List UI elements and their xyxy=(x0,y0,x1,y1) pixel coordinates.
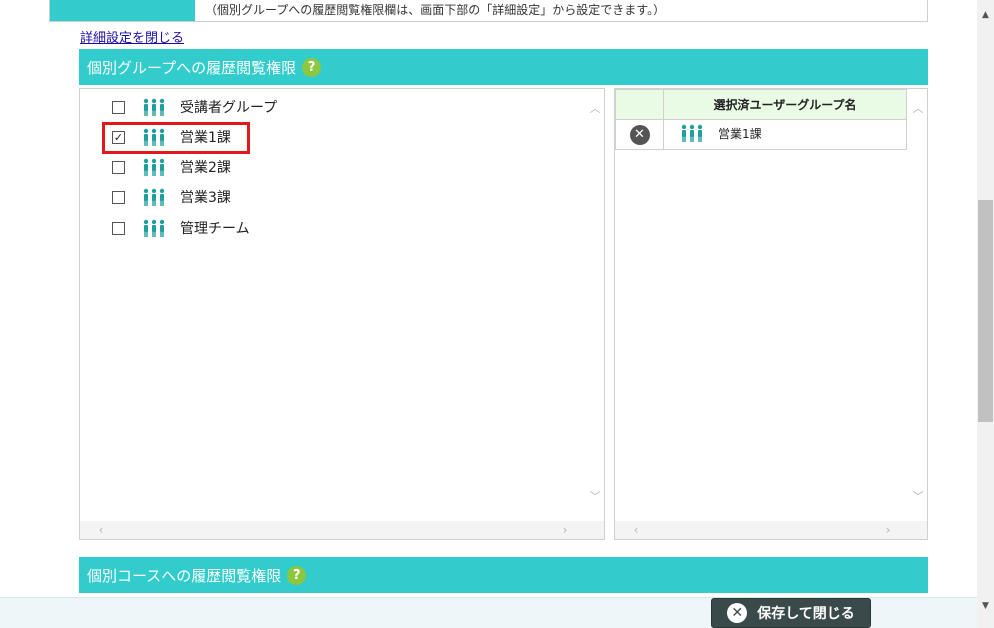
save-and-close-button[interactable]: ✕ 保存して閉じる xyxy=(711,598,871,628)
group-label[interactable]: 営業3課 xyxy=(180,187,231,207)
selected-group-cell: 営業1課 xyxy=(663,119,907,150)
remove-cell: ✕ xyxy=(615,119,664,150)
selected-groups-table: 選択済ユーザーグループ名 ✕ 営業1課 xyxy=(615,89,907,150)
group-people-icon xyxy=(142,98,166,116)
group-people-icon xyxy=(680,124,704,142)
scroll-right-icon[interactable]: › xyxy=(879,521,897,539)
help-icon[interactable]: ? xyxy=(302,57,322,77)
selection-highlight-box xyxy=(102,122,250,154)
group-list-item[interactable]: 管理チーム xyxy=(112,217,250,239)
group-list-vscroll[interactable]: ︿ ﹀ xyxy=(586,89,604,521)
group-checkbox[interactable] xyxy=(112,100,125,114)
save-and-close-label: 保存して閉じる xyxy=(757,606,855,622)
group-permission-title: 個別グループへの履歴閲覧権限 xyxy=(87,58,297,77)
selected-vscroll[interactable]: ︿ ﹀ xyxy=(909,89,927,521)
course-permission-header: 個別コースへの履歴閲覧権限 ? xyxy=(79,557,928,593)
scroll-down-icon[interactable]: ▼ xyxy=(977,597,994,614)
scroll-right-icon[interactable]: › xyxy=(556,521,574,539)
group-checkbox[interactable] xyxy=(112,190,125,204)
group-people-icon xyxy=(142,188,166,206)
scroll-up-icon[interactable]: ︿ xyxy=(586,99,604,117)
page-scrollbar[interactable]: ▲ ▼ xyxy=(977,0,994,628)
scroll-left-icon[interactable]: ‹ xyxy=(92,521,110,539)
selected-group-label: 営業1課 xyxy=(718,126,762,141)
remove-icon[interactable]: ✕ xyxy=(629,124,650,145)
scroll-down-icon[interactable]: ﹀ xyxy=(909,487,927,505)
page-scroll-thumb[interactable] xyxy=(978,200,993,422)
course-permission-title: 個別コースへの履歴閲覧権限 xyxy=(87,566,282,585)
group-label[interactable]: 管理チーム xyxy=(180,218,250,238)
group-list-panel[interactable]: 受講者グループ ✓ 営業1課 営業2課 営業3課 管理チーム ︿ ﹀ ‹ › xyxy=(79,88,605,540)
group-checkbox[interactable] xyxy=(112,160,125,174)
page-root: （個別グループへの履歴閲覧権限欄は、画面下部の「詳細設定」から設定できます。） … xyxy=(0,0,994,628)
info-row: （個別グループへの履歴閲覧権限欄は、画面下部の「詳細設定」から設定できます。） xyxy=(49,0,928,22)
group-list-item[interactable]: 営業3課 xyxy=(112,186,231,208)
group-label[interactable]: 営業2課 xyxy=(180,157,231,177)
scroll-up-icon[interactable]: ︿ xyxy=(909,99,927,117)
remove-column-header xyxy=(615,89,664,120)
selected-groups-panel: 選択済ユーザーグループ名 ✕ 営業1課 ︿ ﹀ ‹ › xyxy=(614,88,928,540)
info-note: （個別グループへの履歴閲覧権限欄は、画面下部の「詳細設定」から設定できます。） xyxy=(205,3,666,17)
group-people-icon xyxy=(142,158,166,176)
group-list-item[interactable]: 受講者グループ xyxy=(112,96,277,118)
table-row: ✕ 営業1課 xyxy=(615,119,907,150)
group-list-hscroll[interactable]: ‹ › xyxy=(80,521,604,539)
selected-hscroll[interactable]: ‹ › xyxy=(615,521,927,539)
scroll-left-icon[interactable]: ‹ xyxy=(627,521,645,539)
group-people-icon xyxy=(142,219,166,237)
selected-groups-header: 選択済ユーザーグループ名 xyxy=(663,89,907,120)
close-details-link[interactable]: 詳細設定を閉じる xyxy=(80,27,184,46)
info-row-label-cell xyxy=(50,0,195,21)
group-checkbox[interactable] xyxy=(112,221,125,235)
group-permission-header: 個別グループへの履歴閲覧権限 ? xyxy=(79,49,928,85)
scroll-up-icon[interactable]: ▲ xyxy=(977,6,994,23)
help-icon[interactable]: ? xyxy=(287,565,307,585)
close-circle-icon: ✕ xyxy=(727,603,748,623)
group-label[interactable]: 受講者グループ xyxy=(180,97,277,117)
scroll-down-icon[interactable]: ﹀ xyxy=(586,487,604,505)
group-list-item[interactable]: 営業2課 xyxy=(112,156,231,178)
